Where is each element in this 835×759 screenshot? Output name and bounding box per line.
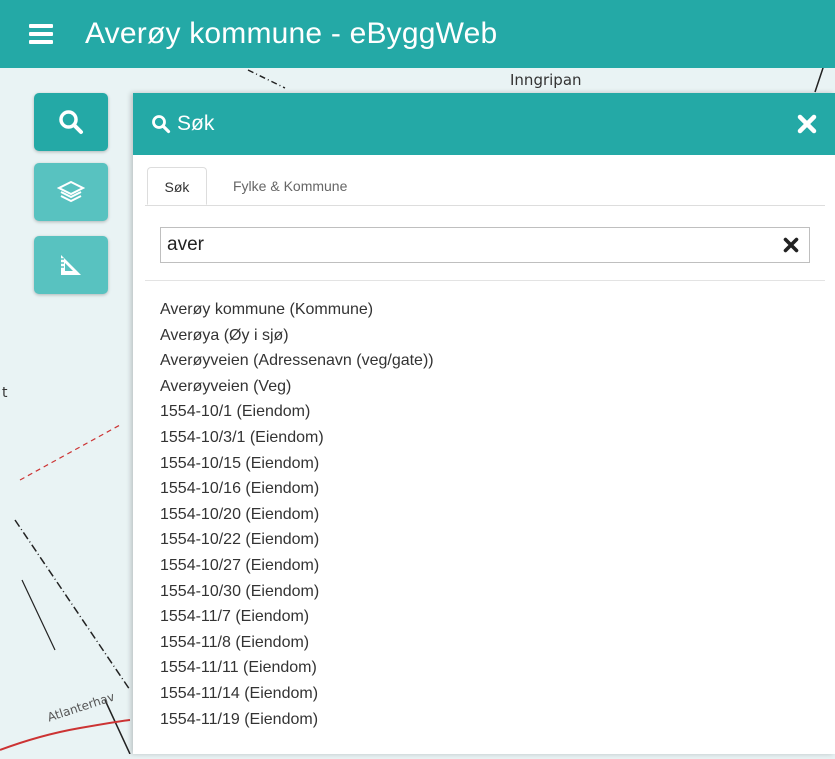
search-result-item[interactable]: 1554-11/14 (Eiendom) [160, 681, 434, 707]
search-result-item[interactable]: 1554-11/8 (Eiendom) [160, 630, 434, 656]
search-icon [151, 114, 171, 134]
search-result-item[interactable]: 1554-10/20 (Eiendom) [160, 502, 434, 528]
search-result-item[interactable]: 1554-11/11 (Eiendom) [160, 655, 434, 681]
tab-search[interactable]: Søk [147, 167, 207, 205]
search-result-item[interactable]: Averøyveien (Veg) [160, 374, 434, 400]
search-box [160, 227, 810, 263]
search-result-item[interactable]: 1554-11/19 (Eiendom) [160, 707, 434, 733]
clear-search-button[interactable] [783, 237, 799, 253]
search-result-item[interactable]: Averøya (Øy i sjø) [160, 323, 434, 349]
search-result-item[interactable]: 1554-10/15 (Eiendom) [160, 451, 434, 477]
search-icon [59, 110, 83, 134]
panel-title: Søk [177, 112, 215, 135]
search-panel: Søk Søk Fylke & Kommune Averøy kommune (… [133, 93, 835, 754]
search-tabs: Søk Fylke & Kommune [145, 167, 825, 206]
app-title: Averøy kommune - eByggWeb [85, 17, 498, 50]
search-results-list: Averøy kommune (Kommune) Averøya (Øy i s… [160, 297, 434, 732]
layers-tool-button[interactable] [34, 163, 108, 221]
measure-icon [61, 255, 81, 275]
close-panel-button[interactable] [795, 112, 819, 136]
clear-icon [783, 237, 799, 253]
tab-county-municipality[interactable]: Fylke & Kommune [219, 167, 361, 205]
layers-icon [57, 180, 85, 203]
search-result-item[interactable]: 1554-10/16 (Eiendom) [160, 476, 434, 502]
divider [145, 280, 825, 281]
search-result-item[interactable]: Averøy kommune (Kommune) [160, 297, 434, 323]
measure-tool-button[interactable] [34, 236, 108, 294]
search-result-item[interactable]: 1554-10/30 (Eiendom) [160, 579, 434, 605]
map-place-label: Inngripan [510, 71, 582, 89]
search-result-item[interactable]: 1554-11/7 (Eiendom) [160, 604, 434, 630]
search-input[interactable] [161, 228, 767, 262]
search-result-item[interactable]: 1554-10/27 (Eiendom) [160, 553, 434, 579]
app-header: Averøy kommune - eByggWeb [0, 0, 835, 68]
search-result-item[interactable]: 1554-10/3/1 (Eiendom) [160, 425, 434, 451]
search-tool-button[interactable] [34, 93, 108, 151]
search-result-item[interactable]: 1554-10/1 (Eiendom) [160, 399, 434, 425]
search-result-item[interactable]: Averøyveien (Adressenavn (veg/gate)) [160, 348, 434, 374]
search-panel-header: Søk [133, 93, 835, 155]
hamburger-menu-icon[interactable] [29, 24, 53, 44]
map-edge-label: t [2, 385, 8, 401]
search-result-item[interactable]: 1554-10/22 (Eiendom) [160, 527, 434, 553]
close-icon [797, 114, 817, 134]
